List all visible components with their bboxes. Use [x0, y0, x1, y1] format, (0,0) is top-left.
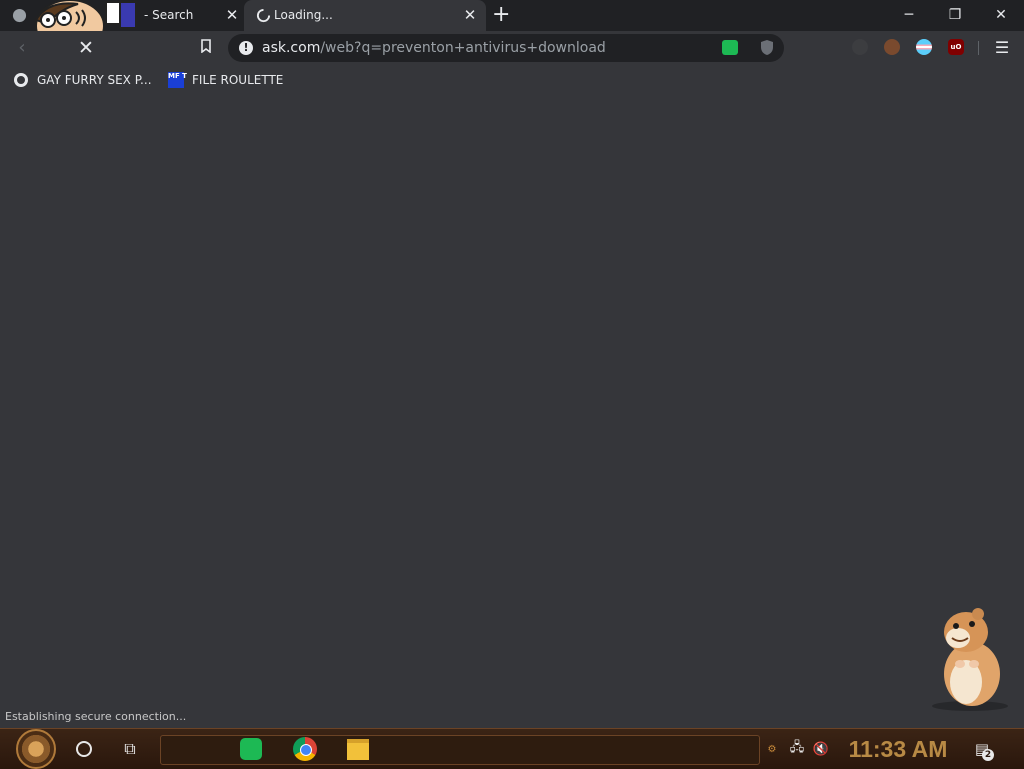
globe-icon — [14, 73, 28, 87]
hamster-desktop-pet — [932, 608, 1008, 711]
url-text[interactable]: ask.com/web?q=preventon+antivirus+downlo… — [262, 40, 606, 56]
taskbar-chrome[interactable] — [290, 729, 320, 769]
bookmark-label: GAY FURRY SEX P... — [37, 73, 152, 87]
tab-title: - Search — [144, 8, 194, 22]
page-content: Establishing secure connection... — [0, 95, 1024, 728]
tab-loading[interactable]: Loading... ✕ — [244, 0, 486, 31]
toolbar-divider — [978, 41, 979, 55]
task-view-icon: ⧉ — [124, 739, 136, 758]
cortana-icon — [76, 741, 92, 757]
cortana-button[interactable] — [70, 729, 98, 769]
close-tab-icon[interactable]: ✕ — [224, 7, 240, 23]
back-arrow-icon[interactable]: ‹ — [12, 38, 32, 58]
tray-gear-icon[interactable]: ⚙ — [764, 729, 780, 769]
minimize-button[interactable]: ─ — [886, 0, 932, 31]
stop-loading-icon[interactable]: ✕ — [76, 38, 96, 58]
close-tab-icon[interactable]: ✕ — [462, 7, 478, 23]
address-bar[interactable]: ! ask.com/web?q=preventon+antivirus+down… — [228, 34, 784, 62]
maximize-button[interactable]: ❐ — [932, 0, 978, 31]
bookmarks-bar: GAY FURRY SEX P... MF T FILE ROULETTE — [0, 65, 1024, 95]
taskbar-file-explorer[interactable] — [343, 729, 373, 769]
bookmark-item[interactable]: MF T FILE ROULETTE — [168, 72, 283, 88]
browser-toolbar: ‹ ✕ ! ask.com/web?q=preventon+antivirus+… — [0, 31, 1024, 65]
network-icon[interactable]: 🖧 — [788, 729, 806, 769]
tab-title: Loading... — [274, 8, 333, 22]
url-host: ask.com — [262, 40, 321, 56]
shield-icon[interactable] — [760, 39, 774, 56]
mft-icon: MF T — [168, 72, 187, 88]
new-tab-button[interactable]: + — [492, 4, 510, 26]
status-bubble: Establishing secure connection... — [0, 708, 192, 725]
taskbar: ⧉ ⚙ 🖧 🔇 11:33 AM ▤ 2 — [0, 728, 1024, 769]
site-info-icon[interactable]: ! — [239, 41, 253, 55]
profile-avatar-icon[interactable] — [884, 39, 900, 55]
ublock-origin-icon[interactable]: uO — [948, 39, 964, 55]
bookmark-label: FILE ROULETTE — [192, 73, 284, 87]
url-path: /web?q=preventon+antivirus+download — [320, 40, 606, 56]
extension-icon[interactable] — [852, 39, 868, 55]
loading-spinner-icon — [256, 8, 271, 23]
taskbar-spotify[interactable] — [236, 729, 266, 769]
steampunk-gear-icon — [16, 729, 56, 769]
chat-extension-icon[interactable] — [722, 40, 738, 55]
start-button[interactable] — [8, 729, 64, 769]
taskbar-clock[interactable]: 11:33 AM — [840, 729, 956, 769]
volume-muted-icon[interactable]: 🔇 — [812, 729, 830, 769]
notification-count-badge: 2 — [982, 749, 994, 761]
task-view-button[interactable]: ⧉ — [116, 729, 144, 769]
tab-strip: - Search ✕ Loading... ✕ + ─ ❐ ✕ — [0, 0, 1024, 31]
bookmark-icon[interactable] — [196, 38, 216, 58]
trans-flag-extension-icon[interactable] — [916, 39, 932, 55]
chrome-icon — [293, 737, 317, 761]
bookmark-item[interactable]: GAY FURRY SEX P... — [14, 72, 152, 88]
vertical-dots-icon[interactable]: ☰ — [994, 39, 1010, 57]
close-window-button[interactable]: ✕ — [978, 0, 1024, 31]
spotify-icon — [240, 738, 262, 760]
folder-icon — [347, 738, 369, 760]
